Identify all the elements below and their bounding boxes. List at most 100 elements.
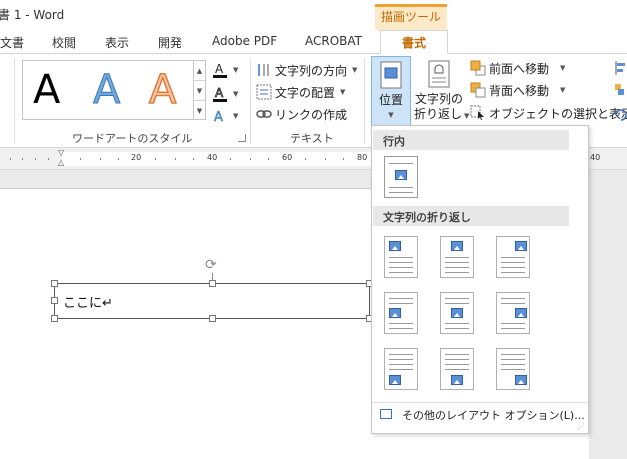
selection-pane-button[interactable]: オブジェクトの選択と表示 (470, 103, 627, 123)
svg-text:A: A (215, 62, 224, 76)
gallery-more-icon[interactable]: ▼ (194, 101, 205, 121)
line-mark (445, 359, 469, 360)
line-mark (389, 303, 413, 304)
line-mark (445, 303, 469, 304)
text-effects-icon: A (212, 107, 228, 126)
ruler-label-80: 80 (357, 153, 368, 162)
title-bar: 書 1 - Word 描画ツール (0, 0, 627, 30)
position-middle-left-option[interactable] (384, 292, 418, 334)
rotate-objects-button[interactable] (614, 103, 627, 123)
text-fill-icon: A (212, 61, 228, 79)
chevron-down-icon: ▼ (233, 90, 239, 98)
line-mark (389, 359, 413, 360)
group-objects-button[interactable] (614, 80, 626, 100)
tab-mailings[interactable]: 文書 (0, 34, 24, 51)
position-button[interactable]: 位置 ▼ (371, 56, 411, 126)
line-mark (501, 257, 525, 258)
ruler-label-right: 40 (590, 153, 601, 162)
position-label: 位置 (378, 93, 403, 107)
text-align-button[interactable]: 文字の配置 ▼ (256, 82, 345, 102)
wordart-style-orange[interactable]: A (148, 66, 177, 114)
gallery-scroll[interactable]: ▲ ▼ ▼ (194, 60, 206, 120)
ruler-tick (230, 158, 231, 160)
gallery-up-icon[interactable]: ▲ (194, 61, 205, 81)
ruler-tick (80, 158, 81, 160)
ruler-tick (118, 158, 119, 160)
position-middle-right-option[interactable] (496, 292, 530, 334)
position-middle-center-option[interactable] (440, 292, 474, 334)
tab-review[interactable]: 校閲 (52, 34, 76, 51)
line-mark (389, 364, 413, 365)
text-align-label: 文字の配置 (275, 85, 336, 100)
resize-handle-sw[interactable] (51, 315, 58, 322)
line-mark (501, 354, 525, 355)
position-in-line-option[interactable] (384, 156, 418, 198)
chevron-down-icon: ▼ (388, 111, 394, 119)
wordart-group-label: ワードアートのスタイル (72, 132, 193, 145)
line-mark (501, 359, 525, 360)
tab-format[interactable]: 書式 (380, 30, 448, 55)
tab-acrobat[interactable]: ACROBAT (305, 34, 362, 48)
picture-icon (515, 308, 527, 318)
text-direction-button[interactable]: 文字列の方向 ▼ (256, 60, 357, 80)
wordart-style-black[interactable]: A (33, 67, 60, 113)
first-line-indent-icon[interactable]: ▽ (58, 148, 64, 157)
line-mark (445, 267, 469, 268)
position-bottom-right-option[interactable] (496, 348, 530, 390)
wordart-style-blue[interactable]: A (92, 67, 120, 114)
hanging-indent-icon[interactable]: △ (58, 158, 64, 167)
line-mark (389, 187, 413, 188)
resize-handle-w[interactable] (51, 297, 58, 304)
more-layout-options-item[interactable]: その他のレイアウト オプション(L)... (372, 402, 588, 424)
chevron-down-icon: ▼ (560, 64, 566, 72)
line-mark (389, 354, 413, 355)
resize-handle-nw[interactable] (51, 280, 58, 287)
chevron-down-icon: ▼ (340, 88, 346, 96)
position-icon (380, 61, 402, 89)
line-mark (501, 267, 525, 268)
tab-developer[interactable]: 開発 (158, 34, 182, 51)
position-top-left-option[interactable] (384, 236, 418, 278)
selected-textbox[interactable]: ここに↵ (54, 283, 370, 319)
align-button[interactable] (614, 58, 626, 78)
gallery-down-icon[interactable]: ▼ (194, 81, 205, 101)
group-separator (364, 58, 365, 144)
rotate-handle-icon[interactable]: ⟳ (205, 257, 217, 273)
resize-handle-n[interactable] (209, 280, 216, 287)
bring-forward-button[interactable]: 前面へ移動 ▼ (470, 58, 565, 78)
ruler-tick (35, 158, 36, 160)
position-top-right-option[interactable] (496, 236, 530, 278)
chevron-down-icon: ▼ (233, 112, 239, 120)
wrap-text-button[interactable]: 文字列の 折り返し ▼ (414, 56, 469, 126)
text-fill-button[interactable]: A ▼ (212, 60, 238, 80)
create-link-button[interactable]: リンクの作成 (256, 104, 347, 124)
tab-adobe-pdf[interactable]: Adobe PDF (212, 34, 277, 48)
send-backward-button[interactable]: 背面へ移動 ▼ (470, 80, 565, 100)
text-group-label: テキスト (290, 132, 334, 145)
drawing-tools-context-label: 描画ツール (375, 4, 447, 30)
position-bottom-left-option[interactable] (384, 348, 418, 390)
line-mark (501, 272, 525, 273)
position-top-center-option[interactable] (440, 236, 474, 278)
text-outline-button[interactable]: A ▼ (212, 84, 238, 104)
vertical-scroll-gutter (589, 170, 601, 459)
resize-grip-icon[interactable]: ⋰ (577, 422, 585, 431)
chevron-down-icon: ▼ (233, 66, 239, 74)
line-mark (445, 323, 469, 324)
group-separator (14, 58, 15, 144)
line-mark (501, 262, 525, 263)
picture-icon (451, 241, 463, 251)
line-mark (389, 257, 413, 258)
position-bottom-center-option[interactable] (440, 348, 474, 390)
ruler-tick (100, 158, 101, 160)
text-effects-button[interactable]: A ▼ (212, 106, 239, 126)
wordart-dialog-launcher-icon[interactable] (238, 134, 246, 142)
textbox-content[interactable]: ここに↵ (63, 292, 113, 311)
section-wrap-header: 文字列の折り返し (373, 206, 569, 226)
selection-pane-label: オブジェクトの選択と表示 (489, 106, 627, 121)
tab-view[interactable]: 表示 (105, 34, 129, 51)
line-mark (389, 272, 413, 273)
wrap-text-icon (428, 60, 450, 88)
wordart-gallery[interactable]: A A A (22, 60, 194, 120)
resize-handle-s[interactable] (209, 315, 216, 322)
